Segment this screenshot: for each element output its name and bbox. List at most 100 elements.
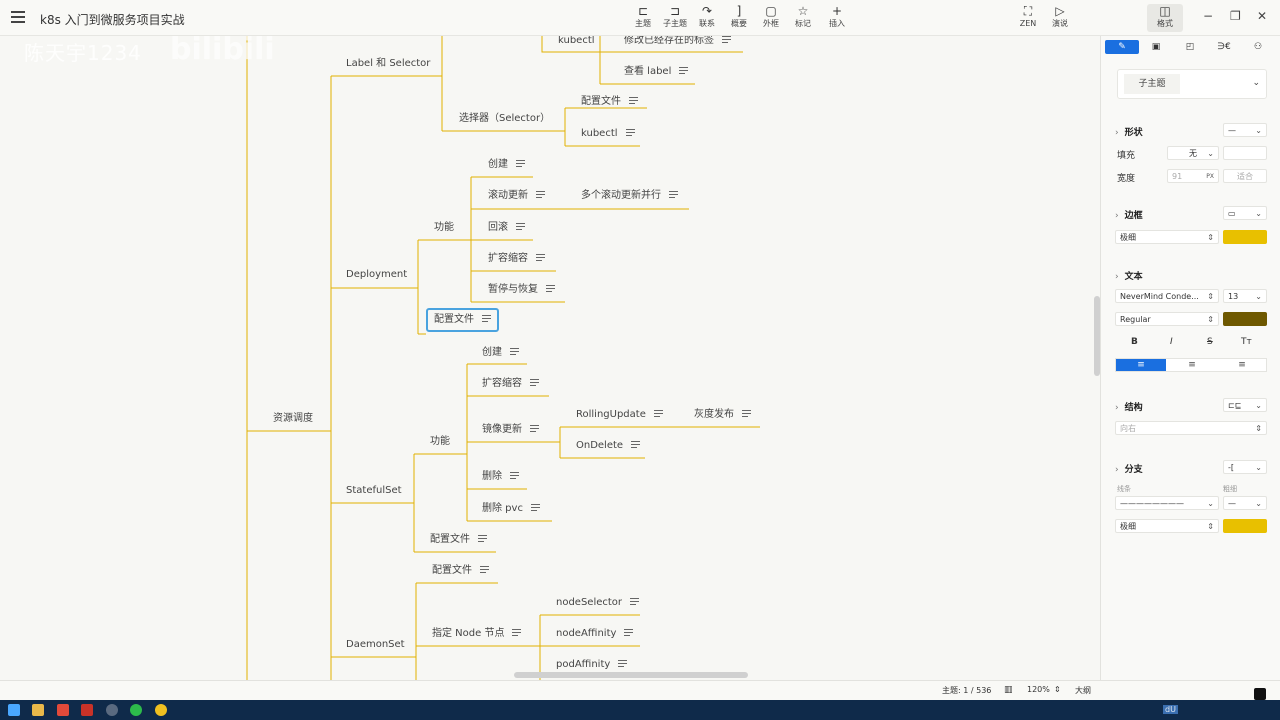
topic-sts-canary[interactable]: 灰度发布 <box>694 408 751 422</box>
note-icon[interactable] <box>629 96 638 104</box>
topic-deploy-scale[interactable]: 扩容缩容 <box>488 252 545 266</box>
toolbar-insert-button[interactable]: + 插入 <box>819 4 855 32</box>
note-icon[interactable] <box>679 66 689 74</box>
topic-deploy-pause[interactable]: 暂停与恢复 <box>488 283 555 297</box>
book-icon[interactable]: ▥ <box>1004 685 1013 695</box>
note-icon[interactable] <box>478 534 487 542</box>
italic-button[interactable]: I <box>1170 337 1173 347</box>
note-icon[interactable] <box>512 628 522 636</box>
border-color-swatch[interactable] <box>1223 230 1267 244</box>
branch-line-select[interactable]: ———————— ⌄ <box>1115 496 1219 510</box>
note-icon[interactable] <box>516 159 525 167</box>
note-icon[interactable] <box>722 36 731 43</box>
text-case-button[interactable]: Tт <box>1241 337 1252 347</box>
app-icon[interactable] <box>106 704 118 716</box>
topic-label-selector[interactable]: Label 和 Selector <box>346 57 430 71</box>
topic-ds-node[interactable]: 指定 Node 节点 <box>432 627 522 641</box>
align-left-icon[interactable]: ≡ <box>1116 359 1166 371</box>
topic-sts-rollingupdate[interactable]: RollingUpdate <box>576 408 663 422</box>
note-icon[interactable] <box>536 190 545 198</box>
sticker-icon[interactable]: ◰ <box>1173 40 1207 54</box>
canvas-icon[interactable]: ▣ <box>1139 40 1173 54</box>
note-icon[interactable] <box>516 222 525 230</box>
note-icon[interactable] <box>630 597 640 605</box>
shape-select[interactable]: — ⌄ <box>1223 123 1267 137</box>
topic-sts-delete-pvc[interactable]: 删除 pvc <box>482 502 540 516</box>
format-panel-button[interactable]: ◫ 格式 <box>1147 4 1183 32</box>
toolbar-summary-button[interactable]: ] 概要 <box>721 4 757 32</box>
topic-sts-scale[interactable]: 扩容缩容 <box>482 377 539 391</box>
width-input[interactable]: 91 PX <box>1167 169 1219 183</box>
align-right-icon[interactable]: ≡ <box>1217 359 1267 371</box>
fill-color[interactable] <box>1223 146 1267 160</box>
note-icon[interactable] <box>618 659 628 667</box>
topic-ds-config[interactable]: 配置文件 <box>432 564 489 578</box>
topic-selector[interactable]: 选择器（Selector） <box>459 112 550 126</box>
zoom-level[interactable]: 120% <box>1027 685 1050 694</box>
topic-deploy-config-selected[interactable]: 配置文件 <box>426 308 499 332</box>
topic-selector-config[interactable]: 配置文件 <box>581 95 638 109</box>
note-icon[interactable] <box>530 424 539 432</box>
topic-deployment[interactable]: Deployment <box>346 268 407 282</box>
font-family-select[interactable]: NeverMind Conde... ⇕ <box>1115 289 1219 303</box>
chrome-icon[interactable] <box>155 704 167 716</box>
structure-icon-select[interactable]: ⊏⊑ ⌄ <box>1223 398 1267 412</box>
border-shape-select[interactable]: ▭ ⌄ <box>1223 206 1267 220</box>
topic-kubectl[interactable]: kubectl <box>558 36 595 48</box>
input-method-indicator[interactable]: dU <box>1163 705 1178 714</box>
topic-deploy-rolling[interactable]: 滚动更新 <box>488 189 545 203</box>
root-topic[interactable]: 资源调度 <box>273 412 313 426</box>
toolbar-marker-button[interactable]: ☆ 标记 <box>785 4 821 32</box>
topic-sts-func[interactable]: 功能 <box>430 435 450 449</box>
fill-select[interactable]: 无 ⌄ <box>1167 146 1219 160</box>
section-branch[interactable]: › 分支 <box>1115 462 1143 475</box>
explorer-icon[interactable] <box>32 704 44 716</box>
note-icon[interactable] <box>480 565 489 573</box>
topic-ds-nodeaffinity[interactable]: nodeAffinity <box>556 627 634 641</box>
style-select[interactable]: 子主题 ⌄ <box>1117 69 1267 99</box>
note-icon[interactable] <box>510 471 519 479</box>
note-icon[interactable] <box>624 628 634 636</box>
toolbar-subtopic-button[interactable]: ⊐ 子主题 <box>657 4 693 32</box>
topic-sts-create[interactable]: 创建 <box>482 346 519 360</box>
note-icon[interactable] <box>742 409 751 417</box>
style-brush-icon[interactable]: ✎ <box>1105 40 1139 54</box>
topic-ds-podaffinity[interactable]: podAffinity <box>556 658 628 672</box>
toolbar-relation-button[interactable]: ↷ 联系 <box>689 4 725 32</box>
branch-weight-select[interactable]: 极细 ⇕ <box>1115 519 1219 533</box>
note-icon[interactable] <box>530 378 539 386</box>
topic-modify-label[interactable]: 修改已经存在的标签 <box>624 36 731 48</box>
topic-daemonset[interactable]: DaemonSet <box>346 638 405 652</box>
outline-toggle[interactable]: 大纲 <box>1075 685 1091 696</box>
section-text[interactable]: › 文本 <box>1115 269 1143 282</box>
restore-button[interactable]: ❐ <box>1230 9 1241 23</box>
note-icon[interactable] <box>631 440 641 448</box>
minimize-button[interactable]: − <box>1203 9 1213 23</box>
close-button[interactable]: ✕ <box>1257 9 1267 23</box>
note-icon[interactable] <box>546 284 555 292</box>
topic-deploy-create[interactable]: 创建 <box>488 158 525 172</box>
horizontal-scrollbar[interactable] <box>514 672 748 678</box>
align-center-icon[interactable]: ≡ <box>1167 359 1217 371</box>
toolbar-topic-button[interactable]: ⊏ 主题 <box>625 4 661 32</box>
start-icon[interactable] <box>8 704 20 716</box>
app-icon[interactable] <box>57 704 69 716</box>
font-size-select[interactable]: 13 ⌄ <box>1223 289 1267 303</box>
structure-select[interactable]: 向右 ⇕ <box>1115 421 1267 435</box>
topic-deploy-multi-rolling[interactable]: 多个滚动更新并行 <box>581 189 678 203</box>
topic-deploy-rollback[interactable]: 回滚 <box>488 221 525 235</box>
wps-icon[interactable] <box>81 704 93 716</box>
note-icon[interactable] <box>530 503 540 511</box>
strikethrough-button[interactable]: S <box>1207 337 1213 347</box>
topic-ds-nodeselector[interactable]: nodeSelector <box>556 596 640 610</box>
section-structure[interactable]: › 结构 <box>1115 400 1143 413</box>
note-icon[interactable] <box>510 347 519 355</box>
branch-color-swatch[interactable] <box>1223 519 1267 533</box>
bold-button[interactable]: B <box>1131 337 1138 347</box>
topic-sts-config[interactable]: 配置文件 <box>430 533 487 547</box>
branch-end-select[interactable]: — ⌄ <box>1223 496 1267 510</box>
section-shape[interactable]: › 形状 <box>1115 125 1143 138</box>
toolbar-boundary-button[interactable]: ▢ 外框 <box>753 4 789 32</box>
zen-mode-button[interactable]: ⛶ ZEN <box>1010 4 1046 32</box>
mindmap-canvas[interactable]: 陈天宇1234 bilibili 资源调度 Label 和 Selector k… <box>0 36 1100 680</box>
